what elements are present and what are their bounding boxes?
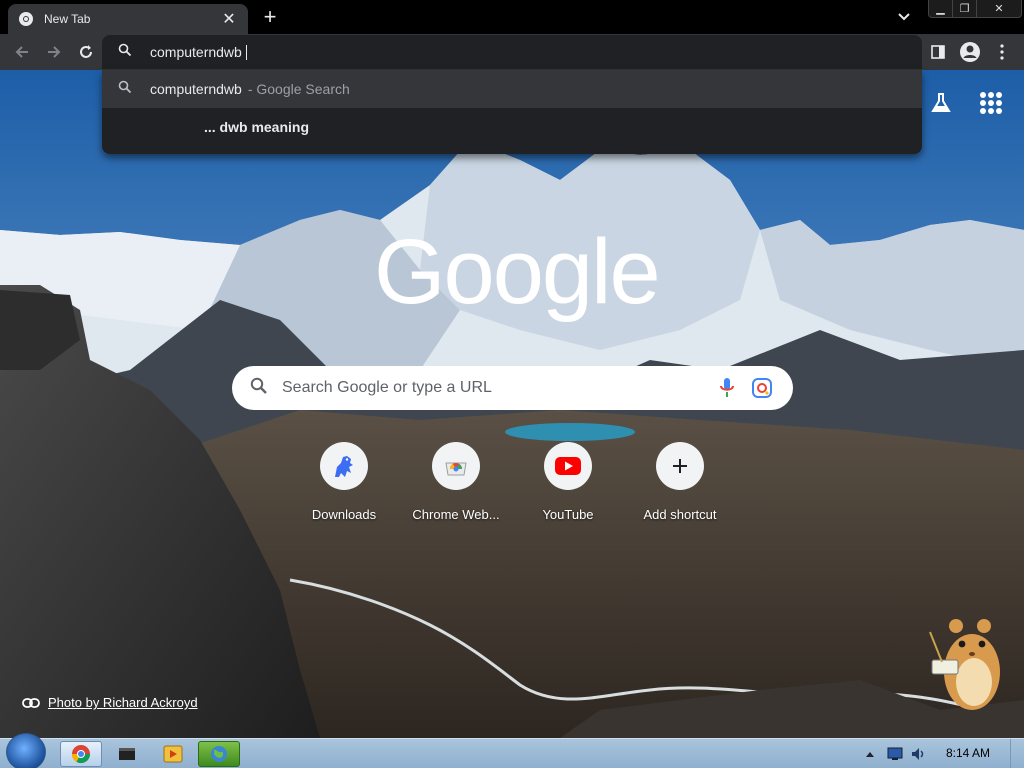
plus-icon: + <box>263 4 277 29</box>
labs-flask-icon[interactable] <box>930 92 954 114</box>
arrow-left-icon[interactable] <box>12 42 32 62</box>
show-desktop-button[interactable] <box>1010 739 1024 768</box>
reload-icon[interactable] <box>76 42 96 62</box>
search-icon <box>250 377 268 400</box>
suggestion-dwb-meaning[interactable]: ... dwb meaning <box>102 108 922 146</box>
microphone-icon[interactable] <box>717 376 737 400</box>
arrow-right-icon[interactable] <box>44 42 64 62</box>
taskbar-chrome-icon[interactable] <box>60 741 102 767</box>
tray-expand-icon[interactable] <box>862 751 878 757</box>
close-window-button[interactable]: ✕ <box>977 0 1021 17</box>
photo-credit-text: Photo by Richard Ackroyd <box>48 695 198 710</box>
address-bar-text: computerndwb <box>150 44 242 60</box>
omnibox-suggestions: computerndwb - Google Search ... dwb mea… <box>102 70 922 154</box>
taskbar: 8:14 AM <box>0 733 1024 768</box>
clock-time[interactable]: 8:14 AM <box>946 746 990 760</box>
toolbar: computerndwb <box>0 34 1024 70</box>
close-icon[interactable]: ✕ <box>220 10 238 28</box>
chrome-web-store-icon <box>432 442 480 490</box>
new-tab-button[interactable]: + <box>258 4 282 29</box>
minimize-button[interactable]: ▁ <box>929 0 953 17</box>
side-panel-icon[interactable] <box>926 40 950 64</box>
shortcut-label: Add shortcut <box>643 507 717 522</box>
tab-title: New Tab <box>44 12 91 26</box>
network-icon[interactable] <box>882 747 908 761</box>
search-placeholder: Search Google or type a URL <box>282 379 492 396</box>
address-bar[interactable]: computerndwb <box>102 35 922 69</box>
hamster-mascot-icon <box>928 612 1006 716</box>
shortcut-chrome-web-store[interactable]: Chrome Web... <box>400 442 512 528</box>
ntp-search-box[interactable]: Search Google or type a URL <box>232 366 793 410</box>
system-tray <box>862 739 930 768</box>
kebab-menu-icon[interactable] <box>990 40 1014 64</box>
shortcut-downloads[interactable]: Downloads <box>288 442 400 528</box>
window-controls: ▁ ❐ ✕ <box>928 0 1022 18</box>
shortcut-add[interactable]: Add shortcut <box>624 442 736 528</box>
shortcut-label: Downloads <box>311 507 377 522</box>
taskbar-terminal-icon[interactable] <box>106 741 148 767</box>
title-bar: New Tab ✕ + ▁ ❐ ✕ <box>0 0 1024 34</box>
tab-new-tab[interactable]: New Tab ✕ <box>8 4 248 34</box>
plus-icon <box>656 442 704 490</box>
taskbar-globe-app-icon[interactable] <box>198 741 240 767</box>
text-cursor <box>245 44 247 60</box>
tab-search-chevron-down-icon[interactable] <box>894 8 914 26</box>
screen: New Tab ✕ + ▁ ❐ ✕ computerndwb computern… <box>0 0 1024 768</box>
chrome-favicon-icon <box>18 11 34 27</box>
suggestion-text: ... dwb meaning <box>204 119 310 135</box>
downloads-dino-icon <box>320 442 368 490</box>
profile-icon[interactable] <box>958 40 982 64</box>
volume-icon[interactable] <box>908 747 930 761</box>
shortcut-label: YouTube <box>542 507 594 522</box>
suggestion-query: computerndwb <box>150 81 242 97</box>
taskbar-media-player-icon[interactable] <box>152 741 194 767</box>
suggestion-source: - Google Search <box>247 81 350 97</box>
google-apps-icon[interactable] <box>980 92 1002 114</box>
google-logo: Google <box>374 221 661 323</box>
google-lens-icon[interactable] <box>751 377 773 399</box>
shortcut-youtube[interactable]: YouTube <box>512 442 624 528</box>
youtube-icon <box>544 442 592 490</box>
photo-credit-link[interactable]: Photo by Richard Ackroyd <box>22 695 198 710</box>
search-icon <box>118 43 132 62</box>
search-icon <box>118 80 132 99</box>
restore-button[interactable]: ❐ <box>953 0 977 17</box>
shortcut-label: Chrome Web... <box>412 507 500 522</box>
start-button-windows-icon[interactable] <box>6 733 46 768</box>
suggestion-google-search[interactable]: computerndwb - Google Search <box>102 70 922 108</box>
link-icon <box>22 697 40 708</box>
